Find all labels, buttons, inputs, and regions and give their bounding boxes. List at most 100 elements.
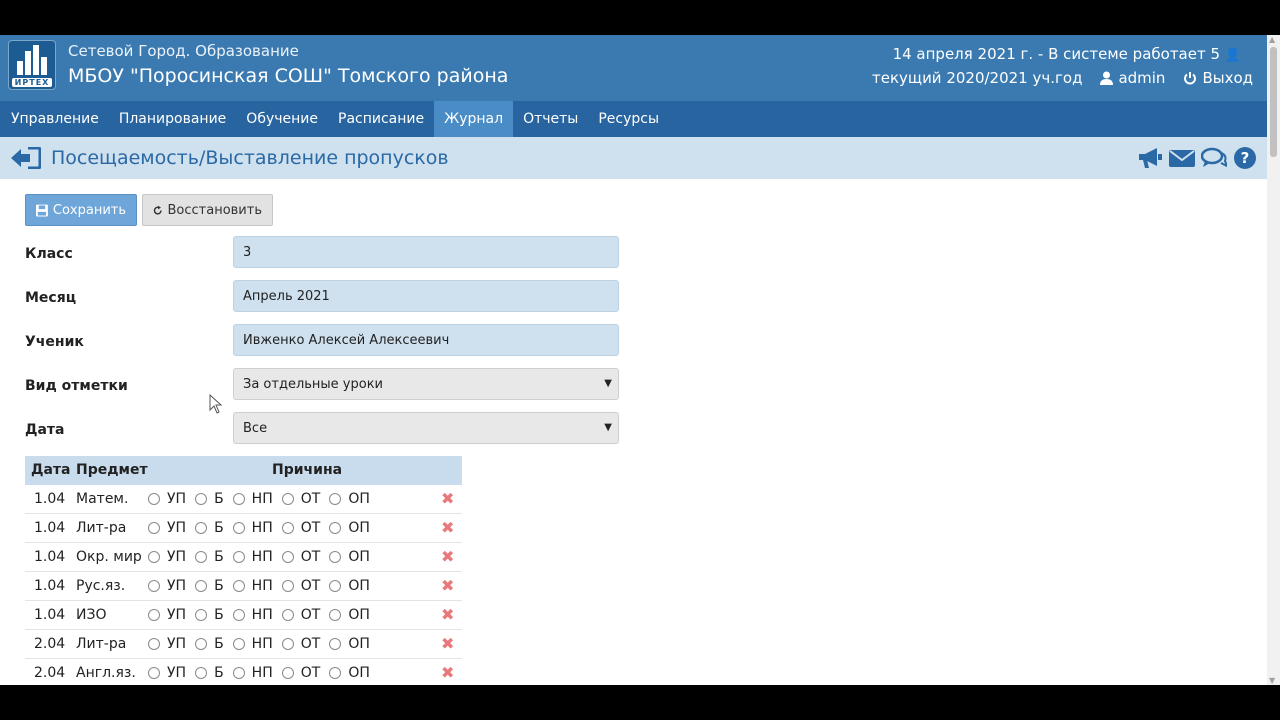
- reason-radio[interactable]: [232, 609, 245, 621]
- reason-radio[interactable]: [329, 580, 342, 592]
- reason-radio[interactable]: [195, 667, 208, 679]
- reason-radio[interactable]: [148, 551, 160, 563]
- nav-tab-management[interactable]: Управление: [1, 101, 109, 137]
- nav-tab-planning[interactable]: Планирование: [109, 101, 236, 137]
- scroll-up-icon[interactable]: ▲: [1269, 35, 1275, 44]
- reason-radio[interactable]: [232, 580, 245, 592]
- reason-radio[interactable]: [281, 580, 294, 592]
- row-subject: Рус.яз.: [76, 578, 126, 594]
- reason-radio[interactable]: [281, 493, 294, 505]
- reason-radio[interactable]: [329, 522, 342, 534]
- reason-label: ОТ: [300, 636, 321, 652]
- reason-radio[interactable]: [329, 551, 342, 563]
- mouse-cursor-icon: [209, 394, 223, 414]
- date-value: Все: [243, 420, 268, 436]
- delete-icon[interactable]: ✖: [441, 634, 454, 653]
- school-name: МБОУ "Поросинская СОШ" Томского района: [68, 65, 509, 87]
- mark-type-select[interactable]: За отдельные уроки ▼: [233, 368, 619, 400]
- save-button[interactable]: Сохранить: [25, 194, 137, 226]
- reason-label: НП: [251, 607, 273, 623]
- row-date: 1.04: [34, 491, 66, 507]
- reason-options: УП Б НП ОТ ОП: [148, 636, 379, 652]
- reason-radio[interactable]: [281, 638, 294, 650]
- reason-radio[interactable]: [232, 638, 245, 650]
- class-field[interactable]: 3: [233, 236, 619, 268]
- reason-radio[interactable]: [281, 667, 294, 679]
- row-subject: ИЗО: [76, 607, 107, 623]
- chat-icon[interactable]: [1201, 146, 1227, 170]
- user-link[interactable]: admin: [1100, 69, 1165, 87]
- reason-radio[interactable]: [329, 609, 342, 621]
- back-arrow-icon[interactable]: [11, 147, 41, 169]
- nav-tab-education[interactable]: Обучение: [236, 101, 328, 137]
- absences-table: Дата Предмет Причина 1.04 Матем. УП Б НП ОТ ОП…: [25, 456, 462, 685]
- reason-radio[interactable]: [195, 551, 208, 563]
- school-year-link[interactable]: текущий 2020/2021 уч.год: [872, 69, 1082, 87]
- scroll-down-icon[interactable]: ▼: [1269, 676, 1275, 685]
- reason-label: НП: [251, 578, 273, 594]
- nav-tab-resources[interactable]: Ресурсы: [588, 101, 669, 137]
- reason-radio[interactable]: [232, 551, 245, 563]
- reason-label: НП: [251, 520, 273, 536]
- delete-icon[interactable]: ✖: [441, 576, 454, 595]
- megaphone-icon[interactable]: [1137, 146, 1163, 170]
- save-icon: [36, 204, 48, 216]
- nav-tab-reports[interactable]: Отчеты: [513, 101, 588, 137]
- delete-icon[interactable]: ✖: [441, 547, 454, 566]
- reason-radio[interactable]: [329, 667, 342, 679]
- month-field[interactable]: Апрель 2021: [233, 280, 619, 312]
- nav-tab-journal[interactable]: Журнал: [434, 101, 514, 137]
- delete-icon[interactable]: ✖: [441, 518, 454, 537]
- reason-radio[interactable]: [329, 638, 342, 650]
- delete-icon[interactable]: ✖: [441, 605, 454, 624]
- reason-radio[interactable]: [195, 522, 208, 534]
- reason-radio[interactable]: [232, 493, 245, 505]
- reason-label: ОП: [348, 607, 370, 623]
- scrollbar-thumb[interactable]: [1270, 47, 1277, 157]
- reason-radio[interactable]: [281, 551, 294, 563]
- user-name: admin: [1118, 69, 1166, 87]
- logo-bars-icon: [17, 45, 49, 75]
- reason-radio[interactable]: [195, 493, 208, 505]
- mark-type-label: Вид отметки: [25, 378, 128, 394]
- vertical-scrollbar[interactable]: ▲ ▼: [1267, 35, 1280, 685]
- reason-label: ОТ: [300, 549, 321, 565]
- reason-radio[interactable]: [232, 522, 245, 534]
- reason-radio[interactable]: [281, 522, 294, 534]
- reason-radio[interactable]: [329, 493, 342, 505]
- irtech-logo[interactable]: ИРТЕХ: [8, 40, 56, 90]
- reason-radio[interactable]: [148, 522, 160, 534]
- reason-radio[interactable]: [195, 580, 208, 592]
- nav-tab-schedule[interactable]: Расписание: [328, 101, 434, 137]
- mail-icon[interactable]: [1169, 146, 1195, 170]
- reason-radio[interactable]: [148, 609, 160, 621]
- reason-radio[interactable]: [148, 638, 160, 650]
- date-online-info[interactable]: 14 апреля 2021 г. - В системе работает 5…: [893, 45, 1241, 63]
- date-label: Дата: [25, 422, 65, 438]
- row-date: 2.04: [34, 636, 66, 652]
- reason-radio[interactable]: [148, 493, 160, 505]
- table-row: 1.04 Матем. УП Б НП ОТ ОП ✖: [25, 485, 462, 514]
- reason-radio[interactable]: [148, 580, 160, 592]
- delete-icon[interactable]: ✖: [441, 489, 454, 508]
- logout-link[interactable]: Выход: [1183, 69, 1253, 87]
- reason-label: НП: [251, 491, 273, 507]
- save-label: Сохранить: [52, 202, 126, 218]
- reason-radio[interactable]: [195, 638, 208, 650]
- delete-icon[interactable]: ✖: [441, 663, 454, 682]
- reason-label: УП: [167, 636, 187, 652]
- help-icon[interactable]: ?: [1233, 146, 1257, 170]
- reason-options: УП Б НП ОТ ОП: [148, 520, 379, 536]
- row-subject: Англ.яз.: [76, 665, 136, 681]
- date-select[interactable]: Все ▼: [233, 412, 619, 444]
- reason-label: УП: [167, 578, 187, 594]
- row-date: 1.04: [34, 549, 66, 565]
- restore-button[interactable]: Восстановить: [142, 194, 273, 226]
- reason-radio[interactable]: [232, 667, 245, 679]
- student-field[interactable]: Ивженко Алексей Алексеевич: [233, 324, 619, 356]
- reason-radio[interactable]: [148, 667, 160, 679]
- reason-radio[interactable]: [195, 609, 208, 621]
- reason-label: Б: [214, 665, 224, 681]
- table-header: Дата Предмет Причина: [25, 456, 462, 485]
- reason-radio[interactable]: [281, 609, 294, 621]
